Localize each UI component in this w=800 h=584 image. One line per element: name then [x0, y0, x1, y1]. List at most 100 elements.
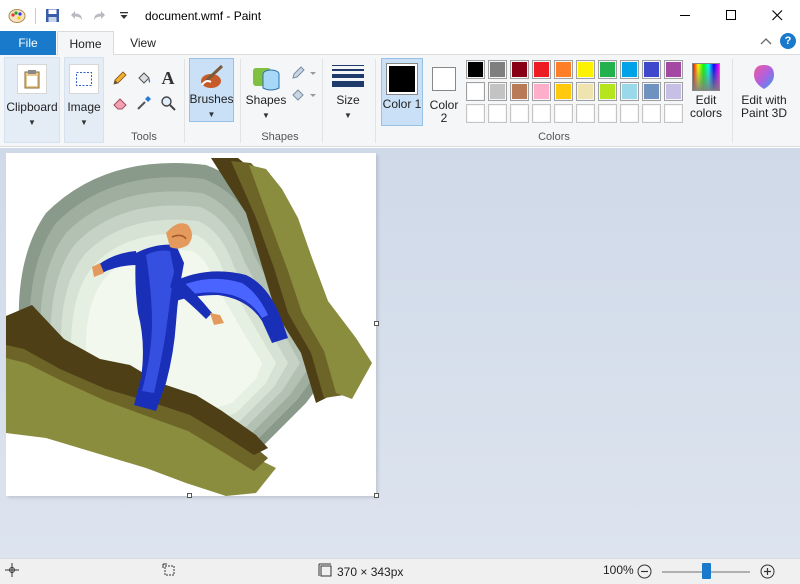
text-tool-icon[interactable]: A: [158, 68, 178, 88]
palette-swatch[interactable]: [510, 104, 529, 123]
palette-swatch[interactable]: [576, 60, 595, 79]
palette-swatch-color: [666, 84, 681, 99]
clipboard-button[interactable]: Clipboard ▼: [4, 57, 60, 143]
fill-icon[interactable]: [290, 85, 318, 105]
color2-button[interactable]: Color 2: [424, 58, 464, 126]
redo-icon[interactable]: [89, 5, 111, 27]
ribbon-separator: [240, 59, 241, 143]
clipart-drawing: [6, 158, 372, 496]
palette-swatch-color: [600, 62, 615, 77]
palette-swatch[interactable]: [598, 82, 617, 101]
color-picker-icon[interactable]: [134, 93, 154, 113]
size-button[interactable]: Size ▼: [327, 58, 369, 122]
close-button[interactable]: [754, 0, 800, 31]
clipboard-label: Clipboard: [6, 100, 58, 114]
palette-swatch-color: [622, 84, 637, 99]
eraser-icon[interactable]: [110, 93, 130, 113]
resize-handle-right[interactable]: [374, 321, 379, 326]
edit-paint3d-button[interactable]: Edit with Paint 3D: [736, 58, 792, 126]
image-button[interactable]: Image ▼: [64, 57, 104, 143]
clipboard-dropdown-icon: ▼: [28, 118, 36, 127]
fill-bucket-icon[interactable]: [134, 68, 154, 88]
resize-handle-corner[interactable]: [374, 493, 379, 498]
palette-swatch[interactable]: [664, 60, 683, 79]
tab-view[interactable]: View: [120, 31, 166, 55]
palette-swatch[interactable]: [488, 104, 507, 123]
customize-qat-icon[interactable]: [113, 5, 135, 27]
palette-swatch[interactable]: [510, 60, 529, 79]
selection-size: [162, 563, 176, 580]
palette-swatch[interactable]: [466, 60, 485, 79]
collapse-ribbon-icon[interactable]: [760, 34, 772, 48]
palette-swatch-color: [490, 84, 505, 99]
palette-swatch[interactable]: [620, 60, 639, 79]
palette-swatch[interactable]: [488, 82, 507, 101]
color1-fill: [389, 66, 415, 92]
image-size: 370 × 343px: [318, 563, 403, 580]
palette-swatch[interactable]: [664, 104, 683, 123]
palette-swatch[interactable]: [576, 104, 595, 123]
palette-swatch[interactable]: [642, 60, 661, 79]
ribbon-separator: [322, 59, 323, 143]
palette-swatch-color: [490, 106, 505, 121]
save-icon[interactable]: [41, 5, 63, 27]
size-icon: [332, 63, 364, 89]
zoom-slider-thumb[interactable]: [702, 563, 711, 579]
palette-swatch-color: [512, 106, 527, 121]
ribbon-tabs: File Home View ?: [0, 31, 800, 56]
paint-app-icon[interactable]: [6, 5, 28, 27]
palette-swatch[interactable]: [554, 104, 573, 123]
palette-swatch[interactable]: [488, 60, 507, 79]
brushes-label: Brushes: [189, 92, 234, 106]
palette-swatch[interactable]: [598, 60, 617, 79]
palette-swatch[interactable]: [642, 104, 661, 123]
color1-button[interactable]: Color 1: [381, 58, 423, 126]
palette-swatch[interactable]: [466, 82, 485, 101]
outline-icon[interactable]: [290, 63, 318, 83]
pencil-icon[interactable]: [110, 68, 130, 88]
selection-icon: [162, 563, 176, 580]
palette-swatch[interactable]: [510, 82, 529, 101]
tab-file[interactable]: File: [0, 31, 56, 55]
shapes-button[interactable]: Shapes ▼: [244, 58, 288, 122]
edit-colors-label: Edit colors: [689, 93, 722, 120]
resize-handle-bottom[interactable]: [187, 493, 192, 498]
color2-label: Color 2: [429, 98, 459, 125]
tab-home[interactable]: Home: [57, 31, 114, 56]
palette-swatch[interactable]: [620, 82, 639, 101]
magnifier-icon[interactable]: [158, 93, 178, 113]
maximize-button[interactable]: [708, 0, 754, 31]
palette-swatch[interactable]: [554, 82, 573, 101]
colors-group-label: Colors: [538, 131, 570, 143]
zoom-in-button[interactable]: [760, 564, 775, 579]
palette-swatch[interactable]: [642, 82, 661, 101]
clipboard-icon: [17, 64, 47, 94]
palette-swatch-color: [666, 106, 681, 121]
palette-swatch[interactable]: [532, 60, 551, 79]
help-icon[interactable]: ?: [780, 33, 796, 49]
ribbon-home: Clipboard ▼ Image ▼ A Tools Brushes ▼ Sh…: [0, 55, 800, 147]
minimize-button[interactable]: [662, 0, 708, 31]
color1-swatch: [386, 63, 418, 95]
palette-swatch[interactable]: [598, 104, 617, 123]
canvas-workspace[interactable]: [0, 148, 800, 558]
undo-icon[interactable]: [65, 5, 87, 27]
palette-swatch[interactable]: [664, 82, 683, 101]
palette-swatch[interactable]: [466, 104, 485, 123]
crosshair-icon: [5, 563, 19, 580]
brushes-button[interactable]: Brushes ▼: [189, 58, 234, 122]
palette-swatch-color: [512, 84, 527, 99]
palette-swatch[interactable]: [532, 82, 551, 101]
palette-swatch-color: [666, 62, 681, 77]
ribbon-separator: [184, 59, 185, 143]
zoom-out-button[interactable]: [637, 564, 652, 579]
palette-swatch[interactable]: [532, 104, 551, 123]
palette-swatch[interactable]: [576, 82, 595, 101]
palette-swatch-color: [644, 106, 659, 121]
palette-swatch-color: [556, 106, 571, 121]
palette-swatch[interactable]: [554, 60, 573, 79]
drawing-canvas[interactable]: [6, 153, 376, 496]
palette-swatch[interactable]: [620, 104, 639, 123]
color2-swatch: [432, 67, 456, 91]
edit-colors-button[interactable]: Edit colors: [686, 58, 726, 126]
